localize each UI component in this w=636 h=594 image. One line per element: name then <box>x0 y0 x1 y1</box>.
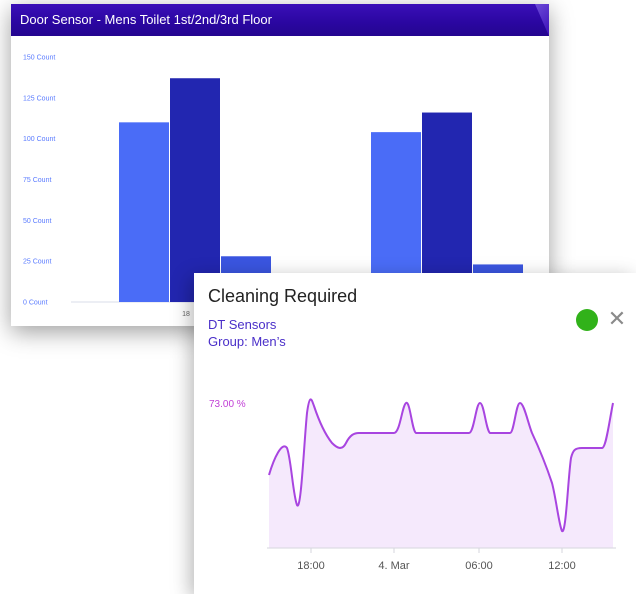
cleaning-title: Cleaning Required <box>208 286 358 306</box>
y-tick-label: 150 Count <box>23 55 55 62</box>
bar <box>119 122 169 302</box>
y-tick-label: 125 Count <box>23 95 55 102</box>
sensor-link[interactable]: DT Sensors <box>208 317 276 332</box>
y-tick-label: 0 Count <box>23 300 48 307</box>
y-tick-label: 75 Count <box>23 177 51 184</box>
x-tick-label: 18 <box>182 311 190 318</box>
value-annotation: 73.00 % <box>209 399 246 410</box>
door-sensor-title: Door Sensor - Mens Toilet 1st/2nd/3rd Fl… <box>20 12 272 27</box>
x-tick-label: 06:00 <box>465 560 493 572</box>
x-tick-label: 12:00 <box>548 560 576 572</box>
group-label: Group: Men’s <box>208 334 286 349</box>
y-tick-label: 100 Count <box>23 136 55 143</box>
header-corner-decoration <box>535 4 549 36</box>
x-tick-label: 18:00 <box>297 560 325 572</box>
y-tick-label: 25 Count <box>23 259 51 266</box>
bar <box>170 78 220 302</box>
door-sensor-header: Door Sensor - Mens Toilet 1st/2nd/3rd Fl… <box>11 4 549 36</box>
status-indicator-dot <box>576 309 598 331</box>
cleaning-required-card: 73.00 % 18:00 4. Mar 06:00 12:00 Cleaning Re… <box>194 273 636 594</box>
y-tick-label: 50 Count <box>23 218 51 225</box>
x-tick-label: 4. Mar <box>378 560 410 572</box>
close-icon[interactable]: ✕ <box>606 307 628 331</box>
